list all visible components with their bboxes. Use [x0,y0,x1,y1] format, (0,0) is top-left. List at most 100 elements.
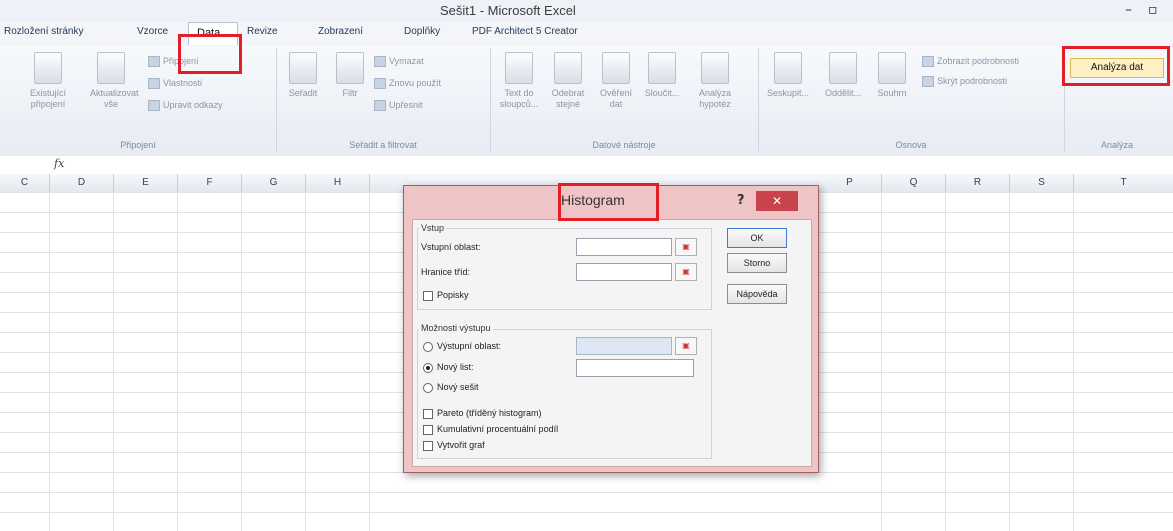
document-icon [34,52,62,84]
validation-icon [602,52,630,84]
column-header[interactable]: R [946,174,1010,192]
grid-line [945,192,946,531]
group-label: Osnova [895,140,927,150]
new-workbook-label: Nový sešit [437,382,479,392]
filter-icon [336,52,364,84]
group-datove-nastroje: Text do sloupců... Odebrat stejné Ověřen… [490,48,759,152]
group-icon [774,52,802,84]
tab-vzorce[interactable]: Vzorce [137,26,168,37]
subtotal-button[interactable]: Souhrn [872,52,912,99]
reapply-icon [374,78,386,90]
range-picker-icon[interactable]: ▣ [675,238,697,256]
clear-button[interactable]: Vymazat [374,56,424,68]
range-picker-icon[interactable]: ▣ [675,337,697,355]
clear-icon [374,56,386,68]
grid-line [113,192,114,531]
grid-line [1009,192,1010,531]
formula-bar[interactable]: fx [0,156,1173,175]
advanced-icon [374,100,386,112]
output-range-label: Výstupní oblast: [437,341,502,351]
output-range-field[interactable] [576,337,672,355]
tab-rozlozeni-stranky[interactable]: Rozložení stránky [4,26,83,37]
filter-button[interactable]: Filtr [334,52,366,99]
title-bar: Sešit1 - Microsoft Excel – ▫ [0,0,1173,23]
tab-pdf-architect[interactable]: PDF Architect 5 Creator [472,26,578,37]
column-header[interactable]: F [178,174,242,192]
group-label: Analýza [1100,140,1134,150]
help-button[interactable]: Nápověda [727,284,787,304]
text-to-columns-button[interactable]: Text do sloupců... [496,52,542,110]
tab-zobrazeni[interactable]: Zobrazení [318,26,363,37]
output-range-radio[interactable] [423,342,433,352]
input-range-field[interactable] [576,238,672,256]
show-detail-icon [922,56,934,68]
column-header[interactable]: H [306,174,370,192]
group-label: Seřadit a filtrovat [349,140,417,150]
minimize-button[interactable]: – [1125,2,1132,18]
group-seradit-filtrovat: Seřadit Filtr Vymazat Znovu použít Upřes… [276,48,491,152]
dialog-body: Vstup Vstupní oblast: ▣ Hranice tříd: ▣ … [412,219,812,467]
show-detail-button[interactable]: Zobrazit podrobnosti [922,56,1019,68]
what-if-analysis-button[interactable]: Analýza hypotéz [690,52,740,110]
edit-links-button[interactable]: Upravit odkazy [148,100,223,112]
sort-icon [289,52,317,84]
cumulative-label: Kumulativní procentuální podíl [437,424,559,434]
data-validation-button[interactable]: Ověření dat [596,52,636,110]
tab-revize[interactable]: Revize [247,26,278,37]
function-icon[interactable]: fx [54,157,64,170]
cancel-button[interactable]: Storno [727,253,787,273]
cumulative-checkbox[interactable] [423,425,433,435]
new-workbook-radio[interactable] [423,383,433,393]
column-header[interactable]: E [114,174,178,192]
window-title: Sešit1 - Microsoft Excel [440,3,576,18]
grid-line [369,192,370,531]
range-picker-icon[interactable]: ▣ [675,263,697,281]
column-header[interactable]: S [1010,174,1074,192]
hide-detail-button[interactable]: Skrýt podrobnosti [922,76,1007,88]
group-label: Připojení [120,140,156,150]
remove-duplicates-button[interactable]: Odebrat stejné [546,52,590,110]
columns-icon [505,52,533,84]
ok-button[interactable]: OK [727,228,787,248]
column-header[interactable]: Q [882,174,946,192]
column-header[interactable]: C [0,174,50,192]
sort-button[interactable]: Seřadit [280,52,326,99]
bin-range-field[interactable] [576,263,672,281]
group-button[interactable]: Seskupit... [764,52,812,99]
input-legend: Vstup [419,223,447,233]
properties-button[interactable]: Vlastnosti [148,78,202,90]
grid-line [305,192,306,531]
tab-doplnky[interactable]: Doplňky [404,26,440,37]
consolidate-icon [648,52,676,84]
column-header[interactable]: G [242,174,306,192]
new-sheet-label: Nový list: [437,362,474,372]
new-sheet-radio[interactable] [423,363,433,373]
help-icon[interactable]: ? [737,193,745,208]
existing-connections-button[interactable]: Existující připojení [28,52,68,110]
reapply-button[interactable]: Znovu použít [374,78,441,90]
labels-checkbox[interactable] [423,291,433,301]
column-header[interactable]: T [1074,174,1173,192]
output-legend: Možnosti výstupu [419,323,493,333]
restore-button[interactable]: ▫ [1148,2,1158,18]
pareto-checkbox[interactable] [423,409,433,419]
hide-detail-icon [922,76,934,88]
group-label: Datové nástroje [592,140,656,150]
grid-line [49,192,50,531]
pareto-label: Pareto (tříděný histogram) [437,408,542,418]
grid-line [177,192,178,531]
close-button[interactable]: ✕ [756,191,798,211]
new-sheet-field[interactable] [576,359,694,377]
column-header[interactable]: P [818,174,882,192]
advanced-button[interactable]: Upřesnit [374,100,423,112]
highlight-data-tab [178,34,242,74]
column-header[interactable]: D [50,174,114,192]
consolidate-button[interactable]: Sloučit... [640,52,684,99]
refresh-all-button[interactable]: Aktualizovat vše [90,52,139,110]
ungroup-icon [829,52,857,84]
chart-output-checkbox[interactable] [423,441,433,451]
grid-line [881,192,882,531]
link-icon [148,56,160,68]
ungroup-button[interactable]: Oddělit... [820,52,866,99]
ribbon-tabs: Rozložení stránky Vzorce Data Revize Zob… [0,22,1173,47]
